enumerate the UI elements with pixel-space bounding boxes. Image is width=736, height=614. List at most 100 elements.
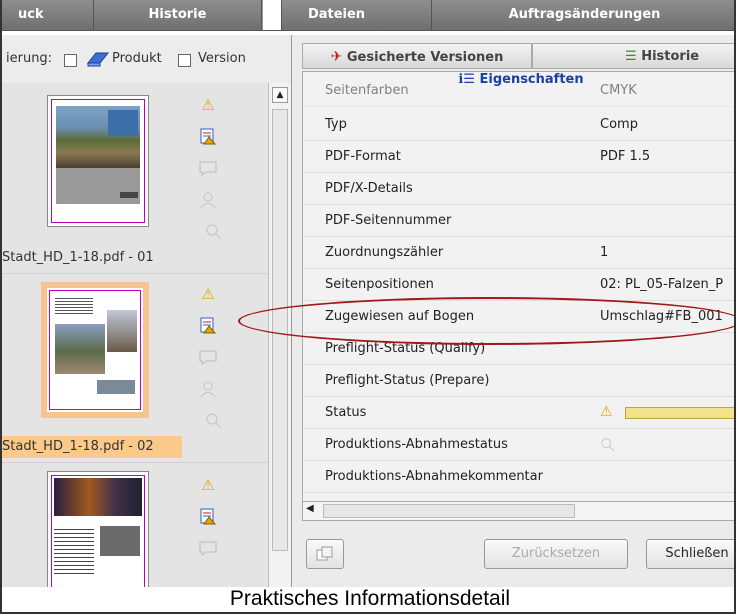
close-button[interactable]: Schließen [646,539,734,569]
comment-icon[interactable] [198,159,218,179]
thumbnail-photo-3 [97,380,135,394]
details-tab-bar: ✈ Gesicherte Versionen ☰ Historie [302,43,734,69]
filter-label: ierung: [6,51,53,66]
page-thumbnail[interactable] [47,471,149,587]
copy-icon[interactable] [306,539,344,569]
page-list-panel: ierung: Produkt Version ⚠ Stadt_HD_1-18.… [2,35,292,587]
scrollbar-thumb[interactable] [323,504,575,518]
caption: Praktisches Informationsdetail [2,587,734,612]
filter-row: ierung: Produkt Version [2,35,291,83]
page-label-selected[interactable]: Stadt_HD_1-18.pdf - 02 [2,436,182,458]
thumbnail-photo-2 [107,310,137,352]
scroll-up-arrow-icon[interactable]: ▲ [272,87,288,103]
reset-button[interactable]: Zurücksetzen [484,539,628,569]
preflight-report-icon[interactable] [198,316,218,336]
magnifier-icon[interactable] [204,223,224,243]
tab-spacer [262,0,282,30]
property-name: Preflight-Status (Prepare) [325,373,490,388]
thumbnail-text-block [55,296,93,314]
details-panel: ✈ Gesicherte Versionen ☰ Historie ℹ☰ Eig… [292,35,734,587]
table-row[interactable]: Produktions-Abnahmekommentar [303,461,734,493]
warning-icon[interactable]: ⚠ [198,95,218,115]
property-name: Produktions-Abnahmekommentar [325,469,543,484]
tab-gesicherte-versionen[interactable]: ✈ Gesicherte Versionen [302,43,532,69]
property-value: 02: PL_05-Falzen_P [600,277,724,292]
top-tab-bar: uck Historie Dateien Auftragsänderungen [2,0,734,31]
list-item-selected[interactable]: ⚠ Stadt_HD_1-18.pdf - 02 [2,274,268,463]
page-label[interactable]: Stadt_HD_1-18.pdf - 01 [2,247,154,269]
list-item[interactable]: ⚠ Stadt_HD_1-18.pdf - 01 [2,83,268,274]
page-thumbnail[interactable] [47,95,149,227]
window-frame: uck Historie Dateien Auftragsänderungen … [0,0,736,614]
table-row-highlighted[interactable]: Zugewiesen auf Bogen Umschlag#FB_001 [303,301,734,333]
property-name: Produktions-Abnahmestatus [325,437,508,452]
vertical-scrollbar[interactable]: ▲ [268,83,291,587]
table-row[interactable]: Seitenfarben CMYK [303,75,734,107]
thumbnail-photo [55,324,105,374]
table-row[interactable]: PDF-Seitennummer [303,205,734,237]
version-checkbox[interactable] [178,54,191,67]
property-name: PDF/X-Details [325,181,413,196]
property-name: Zugewiesen auf Bogen [325,309,475,324]
item-status-icons: ⚠ [198,475,222,571]
tab-auftragsaenderungen[interactable]: Auftragsänderungen [432,0,734,30]
table-row[interactable]: Zuordnungszähler 1 [303,237,734,269]
tab-dateien[interactable]: Dateien [282,0,432,30]
produkt-icon [86,50,110,72]
thumbnail-photo-2 [100,526,140,556]
table-row[interactable]: Status ⚠ [303,397,734,429]
list-item[interactable]: ⚠ [2,463,268,587]
tab-historie[interactable]: Historie [94,0,262,30]
tab-gesicherte-versionen-label: Gesicherte Versionen [346,50,504,65]
property-name: Status [325,405,367,420]
property-name: PDF-Format [325,149,401,164]
comment-icon[interactable] [198,348,218,368]
property-value: PDF 1.5 [600,149,651,164]
scroll-left-arrow-icon[interactable]: ◀ [306,503,314,514]
property-name: Seitenpositionen [325,277,434,292]
dialog-button-bar: Zurücksetzen Schließen [302,531,734,571]
table-row[interactable]: Typ Comp [303,109,734,141]
tab-historie-right[interactable]: ☰ Historie [532,43,734,69]
status-warning-icon: ⚠ [600,404,613,420]
table-row[interactable]: PDF/X-Details [303,173,734,205]
property-name: PDF-Seitennummer [325,213,452,228]
preflight-report-icon[interactable] [198,127,218,147]
property-name: Seitenfarben [325,83,409,98]
property-value: Umschlag#FB_001 [600,309,723,324]
user-icon[interactable] [198,191,218,211]
thumbnail-list[interactable]: ⚠ Stadt_HD_1-18.pdf - 01 ⚠ Stadt_HD_1-18… [2,83,268,587]
item-status-icons: ⚠ [198,95,222,255]
property-name: Zuordnungszähler [325,245,444,260]
tab-historie-right-label: Historie [641,49,700,64]
table-row[interactable]: PDF-Format PDF 1.5 [303,141,734,173]
produkt-checkbox[interactable] [64,54,77,67]
thumbnail-photo [54,478,142,516]
pdf-icon: ✈ [330,49,343,65]
magnifier-icon[interactable] [204,412,224,432]
magnifier-icon [600,429,616,460]
user-icon[interactable] [198,380,218,400]
scrollbar-thumb[interactable] [272,109,288,551]
thumbnail-grey-block [56,168,140,204]
property-name: Typ [325,117,347,132]
item-status-icons: ⚠ [198,284,222,444]
warning-icon[interactable]: ⚠ [198,475,218,495]
comment-icon[interactable] [198,539,218,559]
page-thumbnail-selected[interactable] [41,282,149,418]
preflight-report-icon[interactable] [198,507,218,527]
list-icon: ☰ [625,49,637,64]
property-value: CMYK [600,83,637,98]
tab-druck[interactable]: uck [2,0,94,30]
table-row[interactable]: Preflight-Status (Prepare) [303,365,734,397]
horizontal-scrollbar[interactable]: ◀ [302,501,734,521]
status-bar [625,407,734,419]
property-value: 1 [600,245,609,260]
warning-icon[interactable]: ⚠ [198,284,218,304]
table-row[interactable]: Seitenpositionen 02: PL_05-Falzen_P [303,269,734,301]
table-row[interactable]: Produktions-Abnahmestatus [303,429,734,461]
table-row[interactable]: Preflight-Status (Qualify) [303,333,734,365]
produkt-label: Produkt [112,51,162,66]
version-label: Version [198,51,246,66]
property-value: Comp [600,117,638,132]
